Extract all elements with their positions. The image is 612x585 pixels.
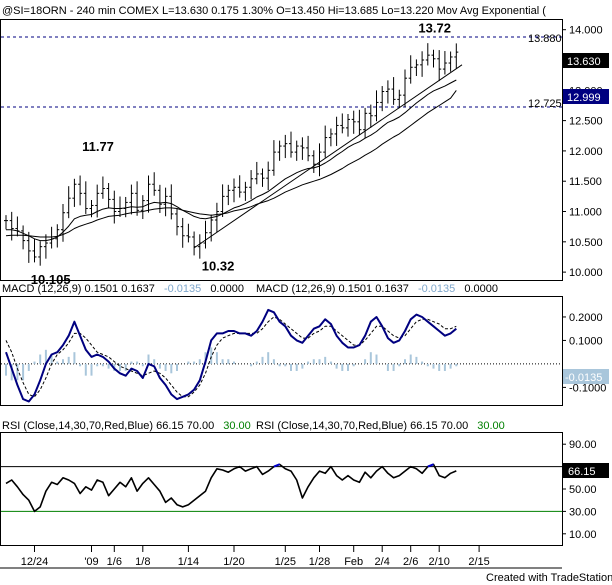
price-annotation: 11.77 bbox=[82, 139, 114, 154]
x-tick-label: 1/28 bbox=[309, 556, 330, 568]
upper-level-label: 13.880 bbox=[528, 33, 562, 45]
last-price-badge-text: 13.630 bbox=[567, 56, 601, 68]
x-tick-label: 2/6 bbox=[403, 556, 418, 568]
price-y-tick-label: 10.000 bbox=[569, 267, 603, 279]
ema-value-badge-text: 12.999 bbox=[567, 92, 601, 104]
rsi-header-right-values: RSI (Close,14,30,70,Red,Blue) 66.15 70.0… bbox=[256, 420, 468, 432]
macd-header-right-zero: 0.0000 bbox=[464, 283, 498, 295]
x-tick-label: 1/20 bbox=[223, 556, 244, 568]
price-annotation: 10.32 bbox=[202, 259, 235, 274]
price-annotation: 13.72 bbox=[418, 21, 451, 36]
macd-header-right: MACD (12,26,9) 0.1501 0.1637 -0.0135 0.0… bbox=[256, 283, 498, 295]
price-y-tick-label: 14.000 bbox=[569, 25, 603, 37]
chart-canvas: @SI=18ORN - 240 min COMEX L=13.630 0.175… bbox=[0, 5, 612, 584]
macd-panel-frame bbox=[0, 296, 563, 406]
rsi-y-tick-label: 10.00 bbox=[569, 529, 597, 541]
x-tick-label: 1/6 bbox=[107, 556, 122, 568]
rsi-header-left-30: 30.00 bbox=[223, 420, 251, 432]
macd-y-tick-label: 0.1000 bbox=[569, 335, 603, 347]
price-y-tick-label: 12.000 bbox=[569, 146, 603, 158]
macd-header-left-zero: 0.0000 bbox=[210, 283, 244, 295]
ema-value-badge: 12.999 bbox=[563, 89, 609, 104]
price-y-tick-label: 12.500 bbox=[569, 116, 603, 128]
x-tick-label: '09 bbox=[84, 556, 98, 568]
x-tick-label: 1/25 bbox=[275, 556, 296, 568]
rsi-y-tick-label: 50.00 bbox=[569, 484, 597, 496]
macd-hist-badge: -0.0135 bbox=[563, 369, 609, 384]
rsi-header-right-30: 30.00 bbox=[477, 420, 505, 432]
last-price-badge: 13.630 bbox=[563, 53, 609, 68]
x-tick-label: 1/14 bbox=[178, 556, 199, 568]
rsi-y-tick-label: 90.00 bbox=[569, 439, 597, 451]
macd-header-left-values: MACD (12,26,9) 0.1501 0.1637 bbox=[2, 283, 155, 295]
rsi-y-tick-label: 30.00 bbox=[569, 506, 597, 518]
x-tick-label: 2/15 bbox=[468, 556, 489, 568]
price-header: @SI=18ORN - 240 min COMEX L=13.630 0.175… bbox=[2, 5, 546, 17]
rsi-header-left-values: RSI (Close,14,30,70,Red,Blue) 66.15 70.0… bbox=[2, 420, 214, 432]
price-y-tick-label: 11.000 bbox=[569, 207, 602, 219]
footer-credit: Created with TradeStation bbox=[486, 572, 612, 584]
rsi-value-badge: 66.15 bbox=[563, 463, 609, 478]
price-y-tick-label: 11.500 bbox=[569, 176, 602, 188]
macd-y-tick-label: -0.1000 bbox=[569, 382, 606, 394]
x-tick-label: 2/4 bbox=[375, 556, 390, 568]
rsi-value-badge-text: 66.15 bbox=[568, 466, 596, 478]
x-tick-label: 1/8 bbox=[135, 556, 150, 568]
rsi-header-right: RSI (Close,14,30,70,Red,Blue) 66.15 70.0… bbox=[256, 420, 505, 432]
macd-y-tick-label: 0.2000 bbox=[569, 312, 603, 324]
macd-hist-badge-text: -0.0135 bbox=[565, 372, 602, 384]
macd-header-right-values: MACD (12,26,9) 0.1501 0.1637 bbox=[256, 283, 409, 295]
x-tick-label: 12/24 bbox=[21, 556, 49, 568]
lower-level-label: 12.725 bbox=[528, 98, 562, 110]
price-annotation: 10.105 bbox=[31, 272, 71, 287]
x-tick-label: Feb bbox=[344, 556, 363, 568]
rsi-header-left: RSI (Close,14,30,70,Red,Blue) 66.15 70.0… bbox=[2, 420, 251, 432]
price-y-tick-label: 10.500 bbox=[569, 237, 603, 249]
macd-header-right-hist: -0.0135 bbox=[418, 283, 455, 295]
x-tick-label: 2/10 bbox=[428, 556, 449, 568]
macd-header-left-hist: -0.0135 bbox=[164, 283, 201, 295]
